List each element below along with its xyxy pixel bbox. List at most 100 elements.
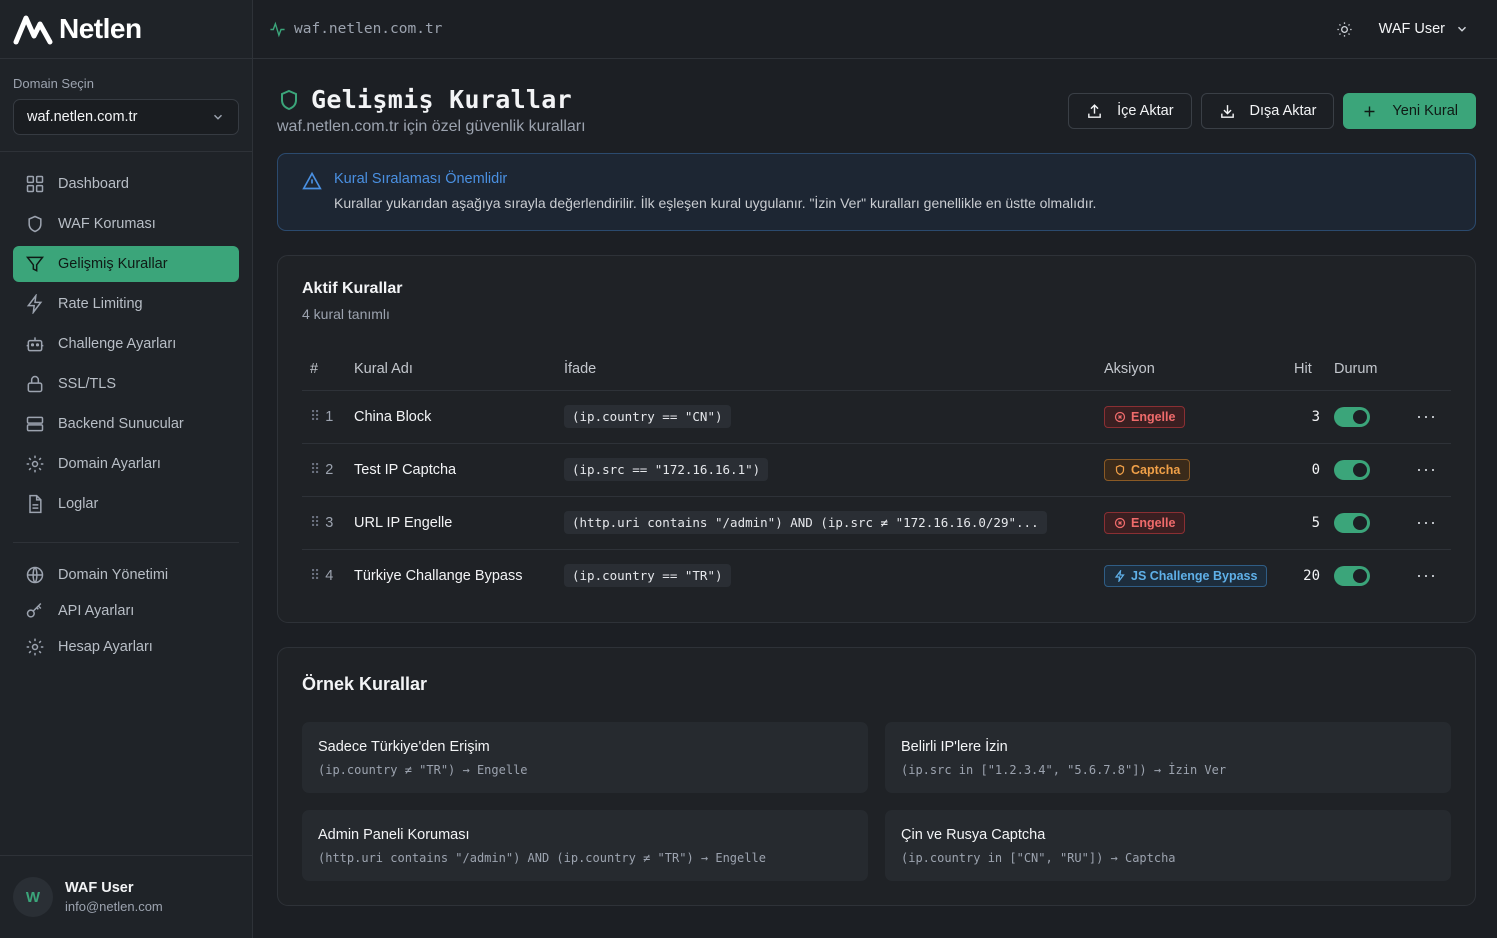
example-rule-card[interactable]: Belirli IP'lere İzin (ip.src in ["1.2.3.… bbox=[885, 722, 1451, 793]
action-badge: JS Challenge Bypass bbox=[1104, 564, 1268, 587]
action-badge: Engelle bbox=[1104, 511, 1186, 534]
export-button-label: Dışa Aktar bbox=[1249, 103, 1317, 119]
rule-expression: (http.uri contains "/admin") AND (ip.src… bbox=[564, 511, 1047, 534]
action-label: Engelle bbox=[1131, 409, 1176, 424]
rule-expression: (ip.country == "CN") bbox=[564, 405, 731, 428]
brand-name: Netlen bbox=[59, 13, 142, 44]
alert-title: Kural Sıralaması Önemlidir bbox=[334, 171, 508, 187]
active-rules-card: Aktif Kurallar 4 kural tanımlı # Kural A… bbox=[277, 255, 1476, 623]
table-row[interactable]: ⠿ 2 Test IP Captcha (ip.src == "172.16.16… bbox=[302, 443, 1451, 497]
rule-number: 2 bbox=[325, 461, 334, 478]
sidebar-nav: Dashboard WAF Koruması Gelişmiş Kurallar… bbox=[0, 152, 252, 665]
main-content: Gelişmiş Kurallar waf.netlen.com.tr için… bbox=[277, 59, 1476, 906]
drag-handle-icon[interactable]: ⠿ bbox=[310, 514, 320, 531]
table-row[interactable]: ⠿ 4 Türkiye Challange Bypass (ip.country … bbox=[302, 549, 1451, 602]
sidebar-item-domain-management[interactable]: Domain Yönetimi bbox=[13, 557, 239, 593]
lightning-icon bbox=[1114, 569, 1125, 582]
table-row[interactable]: ⠿ 3 URL IP Engelle (http.uri contains "/a… bbox=[302, 496, 1451, 550]
more-options-icon[interactable]: ··· bbox=[1402, 496, 1451, 550]
rule-name: URL IP Engelle bbox=[354, 496, 564, 550]
user-name: WAF User bbox=[65, 880, 134, 896]
alert-text: Kurallar yukarıdan aşağıya sırayla değer… bbox=[334, 195, 1097, 211]
sidebar-item-label: API Ayarları bbox=[58, 603, 135, 619]
sidebar-item-challenge[interactable]: Challenge Ayarları bbox=[13, 326, 239, 362]
chevron-down-icon bbox=[1457, 26, 1467, 32]
drag-handle-icon[interactable]: ⠿ bbox=[310, 408, 320, 425]
rule-number: 3 bbox=[325, 514, 334, 531]
sidebar-item-label: Loglar bbox=[58, 496, 99, 512]
user-email: info@netlen.com bbox=[65, 899, 163, 914]
status-toggle[interactable] bbox=[1334, 565, 1370, 586]
rule-order-alert: Kural Sıralaması Önemlidir Kurallar yuka… bbox=[277, 153, 1476, 231]
example-rules-title: Örnek Kurallar bbox=[302, 674, 428, 694]
page-title: Gelişmiş Kurallar bbox=[311, 85, 572, 114]
page-subtitle: waf.netlen.com.tr için özel güvenlik kur… bbox=[277, 118, 586, 135]
hit-count: 20 bbox=[1303, 567, 1320, 584]
sidebar-item-logs[interactable]: Loglar bbox=[13, 486, 239, 522]
chevron-down-icon bbox=[213, 114, 223, 120]
sidebar-item-label: Hesap Ayarları bbox=[58, 639, 153, 655]
active-rules-title: Aktif Kurallar bbox=[302, 280, 403, 297]
lightning-icon bbox=[26, 294, 43, 314]
rule-name: Test IP Captcha bbox=[354, 443, 564, 497]
nav-divider bbox=[13, 542, 239, 543]
import-button-label: İçe Aktar bbox=[1117, 103, 1174, 119]
sidebar-item-dashboard[interactable]: Dashboard bbox=[13, 166, 239, 202]
sidebar-item-label: Challenge Ayarları bbox=[58, 336, 177, 352]
brand[interactable]: Netlen bbox=[0, 0, 252, 59]
sidebar-item-label: Backend Sunucular bbox=[58, 416, 184, 432]
more-options-icon[interactable]: ··· bbox=[1402, 549, 1451, 602]
more-options-icon[interactable]: ··· bbox=[1402, 443, 1451, 497]
table-row[interactable]: ⠿ 1 China Block (ip.country == "CN") Enge… bbox=[302, 390, 1451, 444]
sidebar-item-api-settings[interactable]: API Ayarları bbox=[13, 593, 239, 629]
action-label: Engelle bbox=[1131, 515, 1176, 530]
sidebar-item-waf[interactable]: WAF Koruması bbox=[13, 206, 239, 242]
example-rule-code: (ip.src in ["1.2.3.4", "5.6.7.8"]) → İzi… bbox=[901, 763, 1227, 777]
page-header: Gelişmiş Kurallar waf.netlen.com.tr için… bbox=[277, 85, 1476, 136]
shield-icon bbox=[28, 215, 42, 233]
gear-icon bbox=[26, 455, 44, 473]
col-header-status: Durum bbox=[1334, 348, 1402, 391]
hit-count: 3 bbox=[1294, 390, 1334, 444]
sun-icon[interactable] bbox=[1336, 21, 1353, 38]
status-toggle[interactable] bbox=[1334, 406, 1370, 427]
sidebar-item-domain-settings[interactable]: Domain Ayarları bbox=[13, 446, 239, 482]
example-rule-title: Çin ve Rusya Captcha bbox=[901, 827, 1046, 843]
example-rule-card[interactable]: Çin ve Rusya Captcha (ip.country in ["CN… bbox=[885, 810, 1451, 881]
user-footer[interactable]: W WAF User info@netlen.com bbox=[0, 855, 252, 938]
import-button[interactable]: İçe Aktar bbox=[1068, 93, 1192, 129]
more-options-icon[interactable]: ··· bbox=[1402, 390, 1451, 444]
avatar: W bbox=[13, 877, 53, 917]
export-button[interactable]: Dışa Aktar bbox=[1200, 93, 1335, 129]
x-circle-icon bbox=[1114, 517, 1126, 528]
user-menu[interactable]: WAF User bbox=[1379, 21, 1469, 37]
sidebar-item-advanced-rules[interactable]: Gelişmiş Kurallar bbox=[13, 246, 239, 282]
sidebar-item-ssl[interactable]: SSL/TLS bbox=[13, 366, 239, 402]
sidebar-item-label: SSL/TLS bbox=[58, 376, 117, 392]
domain-select-value: waf.netlen.com.tr bbox=[27, 109, 138, 125]
example-rule-title: Sadece Türkiye'den Erişim bbox=[318, 739, 490, 755]
sidebar-item-rate-limiting[interactable]: Rate Limiting bbox=[13, 286, 239, 322]
page-actions: İçe Aktar Dışa Aktar Yeni Kural bbox=[1068, 93, 1476, 129]
lock-icon bbox=[27, 375, 43, 393]
new-rule-button[interactable]: Yeni Kural bbox=[1343, 93, 1476, 129]
globe-icon bbox=[26, 566, 44, 584]
domain-select[interactable]: waf.netlen.com.tr bbox=[13, 99, 239, 135]
drag-handle-icon[interactable]: ⠿ bbox=[310, 461, 320, 478]
sidebar-item-label: WAF Koruması bbox=[58, 216, 156, 232]
rules-table: # Kural Adı İfade Aksiyon Hit Durum ⠿ 1 C… bbox=[302, 348, 1451, 602]
col-header-hit: Hit bbox=[1294, 348, 1334, 391]
sidebar-item-backend[interactable]: Backend Sunucular bbox=[13, 406, 239, 442]
example-rule-card[interactable]: Sadece Türkiye'den Erişim (ip.country ≠ … bbox=[302, 722, 868, 793]
sidebar: Netlen Domain Seçin waf.netlen.com.tr Da… bbox=[0, 0, 253, 938]
drag-handle-icon[interactable]: ⠿ bbox=[310, 567, 320, 584]
example-rule-card[interactable]: Admin Paneli Koruması (http.uri contains… bbox=[302, 810, 868, 881]
upload-icon bbox=[1088, 103, 1101, 118]
hit-count: 0 bbox=[1294, 443, 1334, 497]
domain-selector-section: Domain Seçin waf.netlen.com.tr bbox=[0, 59, 252, 152]
gear-icon bbox=[26, 638, 44, 656]
status-toggle[interactable] bbox=[1334, 512, 1370, 533]
dashboard-icon bbox=[26, 175, 44, 193]
sidebar-item-account-settings[interactable]: Hesap Ayarları bbox=[13, 629, 239, 665]
status-toggle[interactable] bbox=[1334, 459, 1370, 480]
